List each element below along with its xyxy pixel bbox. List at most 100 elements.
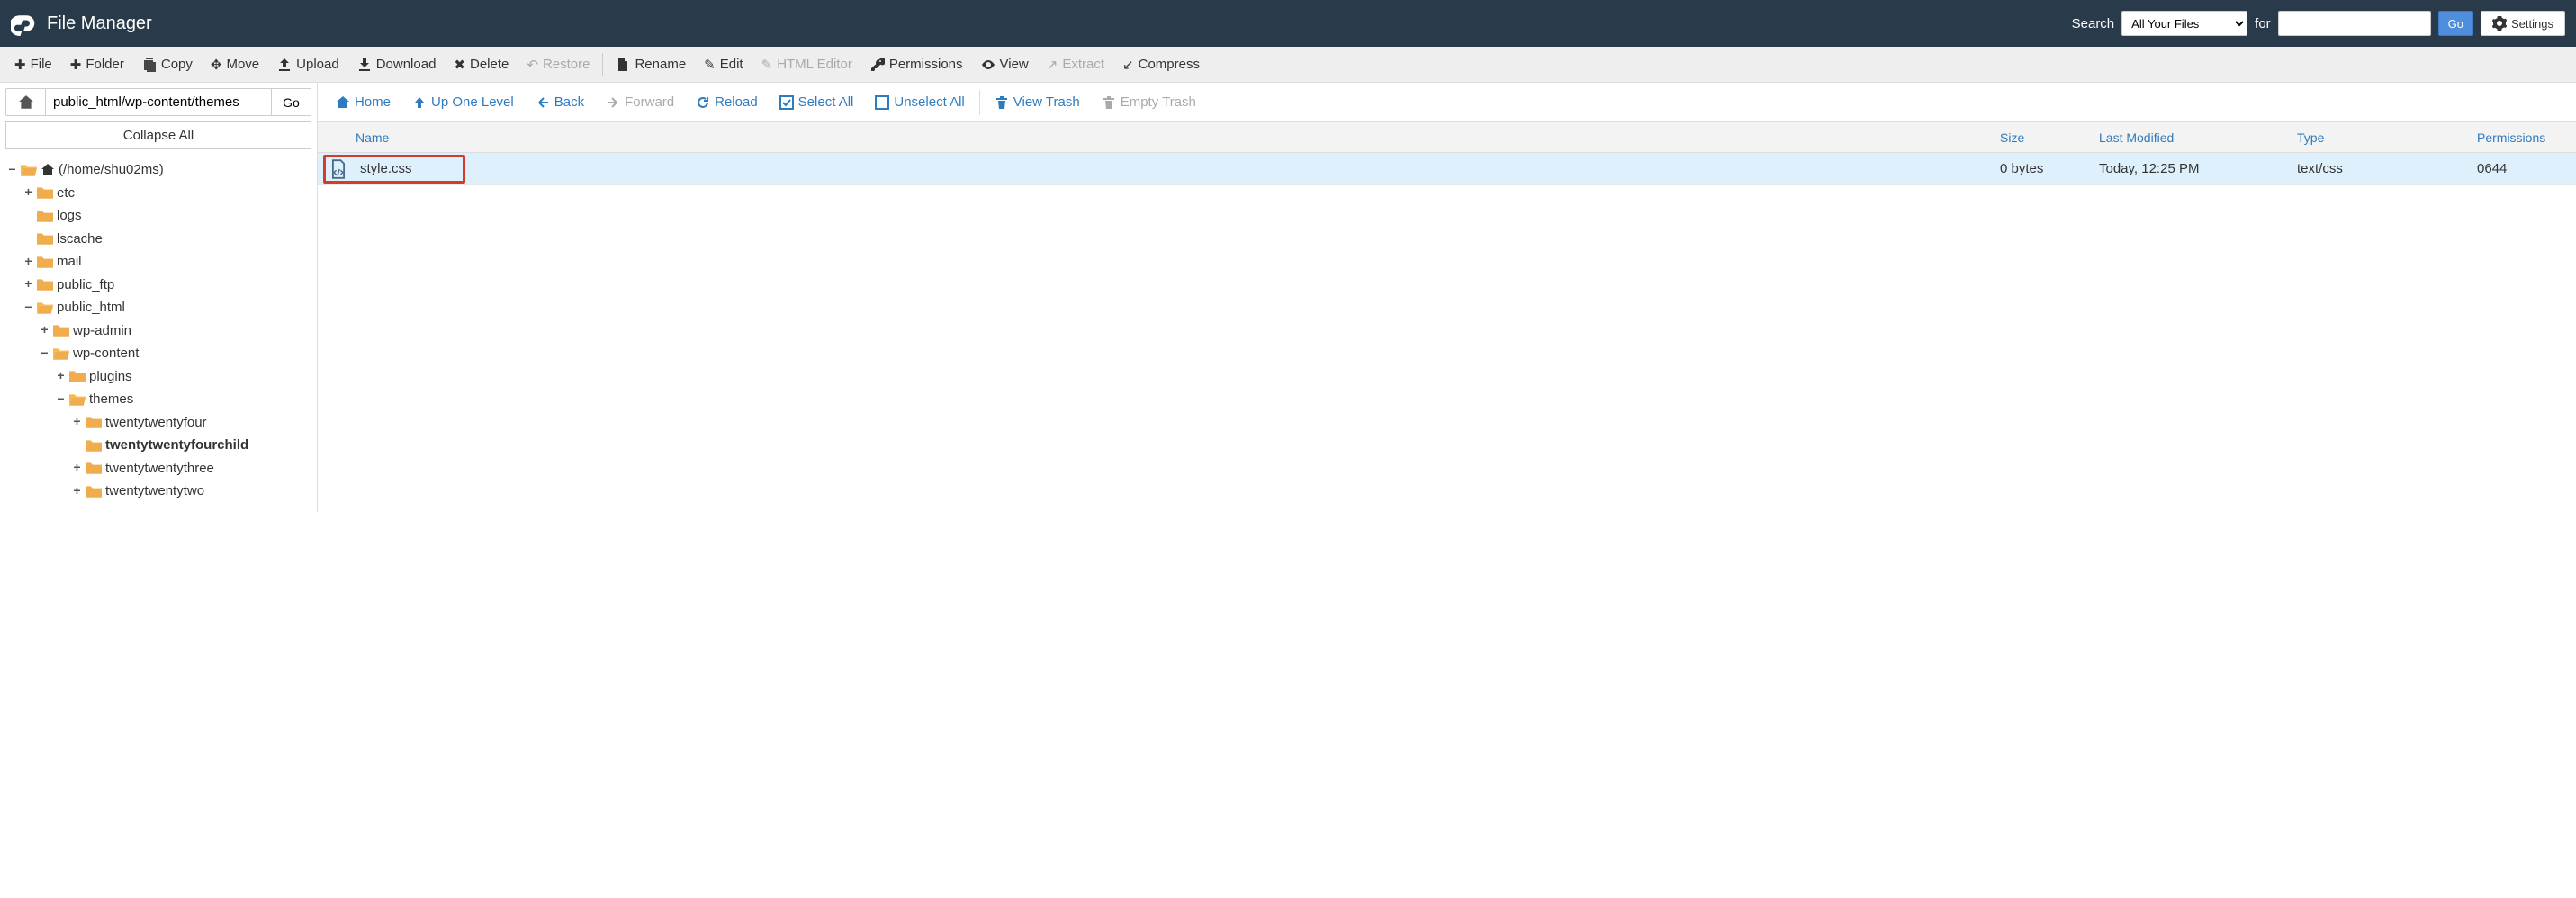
toggle-icon[interactable]: +: [72, 411, 82, 433]
edit-button[interactable]: ✎Edit: [695, 51, 752, 78]
tree-item[interactable]: +plugins: [7, 365, 317, 389]
toggle-icon[interactable]: +: [56, 365, 66, 387]
arrow-up-icon: [412, 95, 427, 110]
check-square-icon: [779, 95, 794, 110]
empty-trash-button[interactable]: Empty Trash: [1091, 89, 1207, 115]
toggle-icon[interactable]: +: [40, 319, 50, 341]
search-input[interactable]: [2278, 11, 2431, 36]
col-permissions[interactable]: Permissions: [2477, 130, 2576, 145]
move-button[interactable]: ✥Move: [202, 51, 268, 78]
folder-open-icon: [21, 162, 37, 178]
toggle-icon[interactable]: +: [72, 457, 82, 479]
tree-root[interactable]: − (/home/shu02ms): [7, 158, 317, 182]
toggle-icon[interactable]: +: [23, 251, 33, 273]
app-title: File Manager: [47, 13, 152, 34]
tree-item[interactable]: −public_html: [7, 296, 317, 319]
tree-item-label: public_ftp: [57, 274, 114, 297]
folder-closed-icon: [86, 460, 102, 476]
reload-label: Reload: [715, 94, 758, 110]
search-label: Search: [2072, 16, 2115, 31]
toggle-icon[interactable]: −: [7, 159, 17, 181]
tree-item[interactable]: +twentytwentythree: [7, 457, 317, 480]
permissions-button[interactable]: Permissions: [861, 51, 972, 77]
copy-icon: [142, 58, 157, 72]
navigation-bar: Home Up One Level Back Forward Reload Se…: [318, 83, 2576, 122]
tree-item[interactable]: +twentytwentyfour: [7, 411, 317, 435]
rename-button[interactable]: Rename: [607, 51, 695, 77]
folder-closed-icon: [37, 276, 53, 292]
arrow-right-icon: [606, 95, 620, 110]
delete-button[interactable]: ✖Delete: [445, 51, 518, 78]
toggle-icon[interactable]: −: [56, 389, 66, 410]
main-toolbar: ✚File ✚Folder Copy ✥Move Upload Download…: [0, 47, 2576, 83]
empty-trash-label: Empty Trash: [1121, 94, 1196, 110]
tree-item-label: wp-admin: [73, 319, 131, 343]
search-go-button[interactable]: Go: [2438, 11, 2473, 36]
search-scope-select[interactable]: All Your Files: [2121, 11, 2247, 36]
col-name[interactable]: Name: [318, 130, 2000, 145]
table-row[interactable]: style.css0 bytesToday, 12:25 PMtext/css0…: [318, 153, 2576, 185]
reload-button[interactable]: Reload: [685, 89, 769, 115]
folder-closed-icon: [37, 184, 53, 201]
tree-item[interactable]: −themes: [7, 388, 317, 411]
back-button[interactable]: Back: [525, 89, 595, 115]
tree-item-label: wp-content: [73, 342, 139, 365]
select-all-button[interactable]: Select All: [769, 89, 865, 115]
unselect-all-button[interactable]: Unselect All: [864, 89, 975, 115]
toggle-icon[interactable]: +: [23, 182, 33, 203]
view-trash-button[interactable]: View Trash: [984, 89, 1091, 115]
select-all-label: Select All: [798, 94, 854, 110]
tree-item[interactable]: +twentytwentytwo: [7, 480, 317, 503]
compress-button[interactable]: ↙Compress: [1113, 51, 1209, 78]
file-type: text/css: [2297, 161, 2477, 176]
path-bar: Go: [5, 88, 311, 116]
tree-item[interactable]: lscache: [7, 228, 317, 251]
tree-item[interactable]: logs: [7, 204, 317, 228]
plus-icon: ✚: [14, 57, 26, 73]
collapse-all-button[interactable]: Collapse All: [5, 121, 311, 149]
html-editor-button[interactable]: ✎HTML Editor: [752, 51, 861, 78]
tree-item-label: twentytwentyfourchild: [105, 434, 248, 457]
path-input[interactable]: [46, 89, 271, 115]
right-pane: Home Up One Level Back Forward Reload Se…: [318, 83, 2576, 512]
new-folder-button[interactable]: ✚Folder: [61, 51, 133, 78]
tree-item-label: lscache: [57, 228, 103, 251]
download-button[interactable]: Download: [348, 51, 446, 77]
new-file-button[interactable]: ✚File: [5, 51, 61, 78]
tree-item[interactable]: +etc: [7, 182, 317, 205]
home-label: Home: [355, 94, 391, 110]
settings-button[interactable]: Settings: [2481, 11, 2565, 36]
tree-item[interactable]: − wp-content: [7, 342, 317, 365]
toggle-icon[interactable]: +: [23, 274, 33, 295]
path-go-button[interactable]: Go: [271, 89, 311, 115]
toggle-icon[interactable]: +: [72, 480, 82, 502]
tree-item[interactable]: twentytwentyfourchild: [7, 434, 317, 457]
col-type[interactable]: Type: [2297, 130, 2477, 145]
col-size[interactable]: Size: [2000, 130, 2099, 145]
unselect-all-label: Unselect All: [894, 94, 964, 110]
delete-label: Delete: [470, 57, 509, 72]
home-button[interactable]: Home: [325, 89, 401, 115]
tree-item[interactable]: + wp-admin: [7, 319, 317, 343]
up-one-level-button[interactable]: Up One Level: [401, 89, 525, 115]
file-modified: Today, 12:25 PM: [2099, 161, 2297, 176]
col-modified[interactable]: Last Modified: [2099, 130, 2297, 145]
forward-button[interactable]: Forward: [595, 89, 685, 115]
home-icon-button[interactable]: [6, 89, 46, 115]
copy-button[interactable]: Copy: [133, 51, 202, 77]
separator: [979, 90, 980, 115]
tree-item[interactable]: +mail: [7, 250, 317, 274]
view-button[interactable]: View: [972, 51, 1038, 77]
cpanel-logo-icon: [11, 11, 36, 36]
toggle-icon[interactable]: −: [40, 343, 50, 364]
folder-closed-icon: [37, 230, 53, 247]
square-icon: [875, 95, 889, 110]
toggle-icon[interactable]: −: [23, 297, 33, 319]
copy-label: Copy: [161, 57, 193, 72]
upload-button[interactable]: Upload: [268, 51, 348, 77]
extract-label: Extract: [1062, 57, 1104, 72]
tree-item[interactable]: + public_ftp: [7, 274, 317, 297]
extract-button[interactable]: ↗Extract: [1038, 51, 1113, 78]
home-icon: [336, 95, 350, 110]
restore-button[interactable]: ↶Restore: [518, 51, 599, 78]
